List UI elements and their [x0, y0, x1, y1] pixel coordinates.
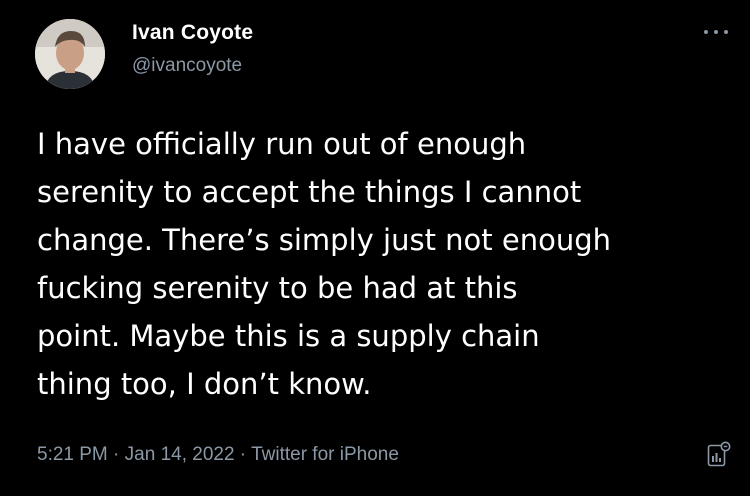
analytics-icon[interactable] [707, 441, 731, 467]
meta-separator: · [234, 444, 252, 465]
more-options-icon[interactable] [704, 26, 728, 38]
more-dot [724, 30, 728, 34]
tweet-text-line: serenity to accept the things I cannot [37, 175, 582, 209]
analytics-glyph [707, 441, 731, 467]
avatar[interactable] [35, 19, 105, 89]
tweet-card: Ivan Coyote @ivancoyote I have officiall… [0, 0, 750, 496]
tweet-date[interactable]: Jan 14, 2022 [125, 444, 235, 465]
profile-photo-icon [35, 19, 105, 89]
tweet-meta: 5:21 PM · Jan 14, 2022 · Twitter for iPh… [37, 444, 399, 466]
tweet-text-line: I have officially run out of enough [37, 127, 527, 161]
tweet-time[interactable]: 5:21 PM [37, 444, 108, 465]
tweet-text-line: change. There’s simply just not enough [37, 223, 612, 257]
tweet-source[interactable]: Twitter for iPhone [251, 444, 399, 465]
meta-separator: · [107, 444, 125, 465]
tweet-text-line: fucking serenity to be had at this [37, 271, 518, 305]
more-dot [704, 30, 708, 34]
more-dot [714, 30, 718, 34]
tweet-text-line: thing too, I don’t know. [37, 367, 372, 401]
author-name[interactable]: Ivan Coyote [132, 21, 253, 45]
author-handle[interactable]: @ivancoyote [132, 55, 242, 77]
tweet-text: I have officially run out of enough sere… [37, 120, 737, 408]
tweet-text-line: point. Maybe this is a supply chain [37, 319, 540, 353]
